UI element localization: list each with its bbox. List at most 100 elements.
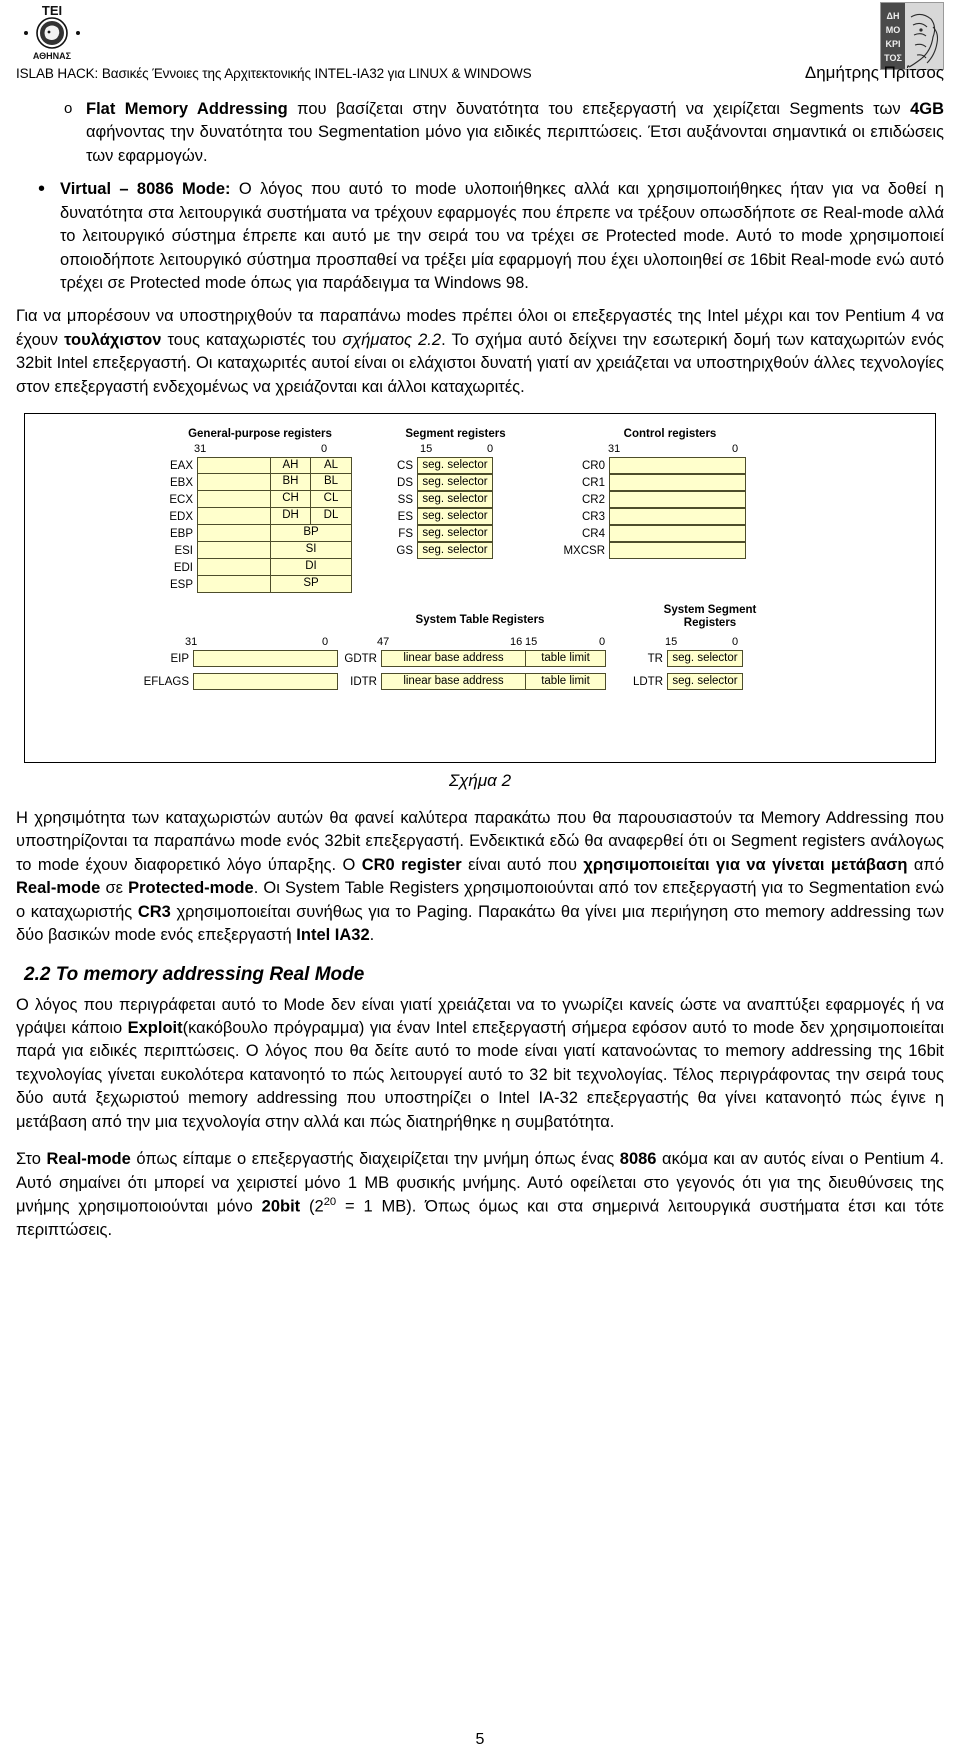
register-cell-tr[interactable]: seg. selector (667, 650, 743, 668)
p2-d: σε (100, 879, 129, 898)
register-cell-bh[interactable]: BH (271, 474, 311, 492)
document-title: ISLAB HACK: Βασικές Έννοιες της Αρχιτεκτ… (16, 66, 532, 81)
gp-row-eax: EAX AH AL (161, 457, 352, 475)
segment-row-es: ES seg. selector (383, 508, 493, 526)
register-cell-bl[interactable]: BL (311, 474, 352, 492)
register-cell-eax-high[interactable] (197, 457, 271, 475)
register-cell-cr3[interactable] (609, 508, 746, 526)
gp-bit-0-label: 0 (321, 443, 328, 456)
register-cell-cr1[interactable] (609, 474, 746, 492)
segment-row-ds: DS seg. selector (383, 474, 493, 492)
register-cell-idtr-base[interactable]: linear base address (381, 673, 526, 691)
register-cell-ebp-high[interactable] (197, 525, 271, 543)
register-cell-edx-high[interactable] (197, 508, 271, 526)
p2-bold-realmode: Real-mode (16, 879, 101, 898)
register-cell-cl[interactable]: CL (311, 491, 352, 509)
register-label: TR (647, 652, 663, 665)
p4-a: Στο (16, 1150, 47, 1169)
register-cell-es[interactable]: seg. selector (417, 508, 493, 526)
register-cell-cs[interactable]: seg. selector (417, 457, 493, 475)
paragraph-real-mode-memory: Στο Real-mode όπως είπαμε ο επεξεργαστής… (16, 1148, 944, 1242)
segment-registers-title: Segment registers (405, 428, 506, 441)
list-item: • Virtual – 8086 Mode: Ο λόγος που αυτό … (34, 178, 944, 295)
p2-b: είναι αυτό που (461, 855, 584, 874)
register-cell-bp[interactable]: BP (271, 525, 352, 543)
register-cell-mxcsr[interactable] (609, 542, 746, 560)
register-label: EBP (169, 527, 193, 540)
register-cell-cr2[interactable] (609, 491, 746, 509)
list-marker-dot: • (38, 178, 46, 201)
register-cell-esi-high[interactable] (197, 542, 271, 560)
control-row-mxcsr: MXCSR (553, 542, 746, 560)
register-cell-eip[interactable] (193, 650, 338, 668)
p2-c: από (907, 855, 944, 874)
p1-b: τους καταχωριστές του (161, 330, 343, 349)
segment-row-fs: FS seg. selector (383, 525, 493, 543)
gp-row-ebp: EBP BP (161, 525, 352, 543)
control-bit-0-label: 0 (732, 443, 739, 456)
register-label: FS (398, 527, 413, 540)
system-segment-registers-title-line1: System Segment (663, 604, 757, 617)
register-cell-idtr-limit[interactable]: table limit (526, 673, 606, 691)
page-header: ΤΕΙ ΑΘΗΝΑΣ ΔΗ ΜΟ ΚΡΙ ΤΟΣ ISLAB HACK: Βασ… (8, 0, 952, 92)
p4-bold-8086: 8086 (619, 1150, 657, 1169)
register-cell-ds[interactable]: seg. selector (417, 474, 493, 492)
register-cell-fs[interactable]: seg. selector (417, 525, 493, 543)
register-label: EBX (169, 476, 193, 489)
tr-bit-15-label: 15 (665, 636, 678, 649)
gdtr-bit-47-label: 47 (377, 636, 390, 649)
register-label: EFLAGS (143, 675, 189, 688)
p2-bold-metabasi-phrase: χρησιμοποιείται για να γίνεται μετάβαση (583, 855, 908, 874)
register-cell-dh[interactable]: DH (271, 508, 311, 526)
tei-athens-logo: ΤΕΙ ΑΘΗΝΑΣ (16, 2, 88, 64)
register-cell-sp[interactable]: SP (271, 576, 352, 594)
register-label: ES (397, 510, 413, 523)
bullet-list-sublevel: o Flat Memory Addressing που βασίζεται σ… (60, 98, 944, 168)
virtual-8086-mode-term: Virtual – 8086 Mode: (60, 180, 231, 199)
register-cell-esp-high[interactable] (197, 576, 271, 594)
register-cell-si[interactable]: SI (271, 542, 352, 560)
register-cell-ch[interactable]: CH (271, 491, 311, 509)
p2-g: . (369, 926, 375, 945)
register-cell-eflags[interactable] (193, 673, 338, 691)
register-label: EDX (169, 510, 193, 523)
register-label: CR0 (581, 459, 605, 472)
register-cell-dl[interactable]: DL (311, 508, 352, 526)
register-label: MXCSR (563, 544, 605, 557)
p2-bold-cr0: CR0 register (361, 855, 462, 874)
p1-bold-toulachiston: τουλάχιστον (64, 330, 162, 349)
register-cell-gs[interactable]: seg. selector (417, 542, 493, 560)
register-label: SS (397, 493, 413, 506)
register-cell-ecx-high[interactable] (197, 491, 271, 509)
register-cell-gdtr-limit[interactable]: table limit (526, 650, 606, 668)
register-cell-al[interactable]: AL (311, 457, 352, 475)
register-cell-cr0[interactable] (609, 457, 746, 475)
paragraph-register-usefulness: Η χρησιμότητα των καταχωριστών αυτών θα … (16, 807, 944, 948)
register-cell-di[interactable]: DI (271, 559, 352, 577)
register-cell-ah[interactable]: AH (271, 457, 311, 475)
gp-registers-title: General-purpose registers (188, 428, 332, 441)
figure-caption: Σχήμα 2 (448, 771, 512, 791)
svg-text:ΔΗ: ΔΗ (887, 11, 900, 21)
p4-bold-realmode: Real-mode (46, 1150, 131, 1169)
dimokritos-logo: ΔΗ ΜΟ ΚΡΙ ΤΟΣ (880, 2, 944, 70)
register-cell-ldtr[interactable]: seg. selector (667, 673, 743, 691)
instruction-row-eflags: EFLAGS (137, 673, 338, 691)
flat-memory-addressing-term: Flat Memory Addressing (86, 100, 288, 118)
paragraph-modes-support: Για να μπορέσουν να υποστηριχθούν τα παρ… (16, 305, 944, 399)
bullet0-bold-4gb: 4GB (910, 100, 944, 118)
segment-bit-0-label: 0 (487, 443, 494, 456)
register-cell-edi-high[interactable] (197, 559, 271, 577)
register-cell-cr4[interactable] (609, 525, 746, 543)
register-label: ESI (174, 544, 193, 557)
register-label: CR3 (581, 510, 605, 523)
register-label: EDI (173, 561, 193, 574)
system-table-row-idtr: IDTR linear base address table limit (335, 673, 606, 691)
bullet-list-toplevel: • Virtual – 8086 Mode: Ο λόγος που αυτό … (34, 178, 944, 295)
register-cell-ebx-high[interactable] (197, 474, 271, 492)
segment-row-ss: SS seg. selector (383, 491, 493, 509)
page-number: 5 (475, 1731, 485, 1748)
register-cell-ss[interactable]: seg. selector (417, 491, 493, 509)
register-cell-gdtr-base[interactable]: linear base address (381, 650, 526, 668)
register-label: EAX (169, 459, 193, 472)
